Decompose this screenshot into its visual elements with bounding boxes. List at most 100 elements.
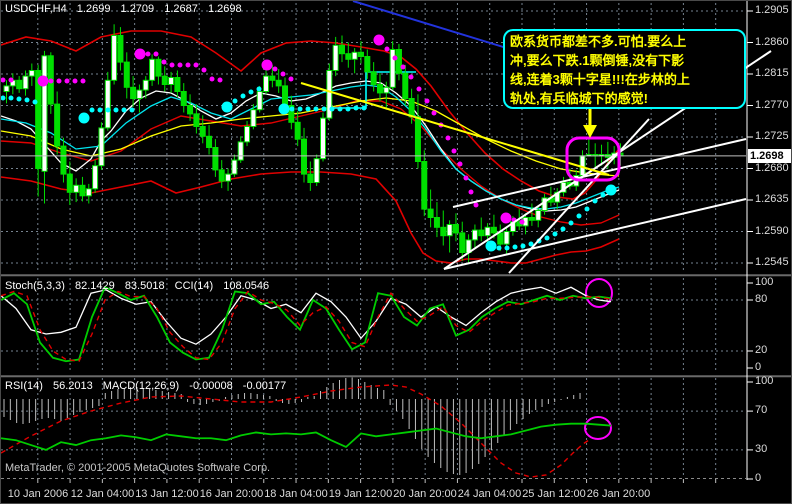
arrow-head-icon (583, 125, 597, 138)
cci-value: 108.0546 (223, 280, 270, 292)
buy-signal-dot (485, 240, 497, 252)
buy-signal-dot (361, 105, 367, 111)
sell-signal-dot (193, 62, 199, 68)
buy-signal-dot (297, 106, 303, 112)
sell-signal-dot (400, 64, 406, 70)
time-axis-label: 13 Jan 12:00 (135, 488, 199, 500)
trend-line[interactable] (508, 118, 650, 274)
quote-high: 1.2709 (120, 3, 155, 15)
sell-signal-dot (280, 71, 286, 77)
buy-signal-dot (105, 107, 111, 113)
time-axis-label: 10 Jan 2006 (7, 488, 69, 500)
rsi-name: RSI(14) (5, 380, 43, 392)
buy-signal-dot (560, 226, 566, 232)
annotation-line: 线,连着3颗十字星!!!在步林的上 (510, 72, 690, 87)
time-axis-label: 19 Jan 12:00 (328, 488, 393, 500)
quote-open: 1.2699 (76, 3, 111, 15)
annotation-note[interactable]: 欧系货币都差不多.可怕.要么上 冲,要么下跌.1颗倒锤,没有下影 线,连着3颗十… (503, 29, 746, 109)
stoch-value-1: 82.1429 (74, 280, 115, 292)
stoch-name: Stoch(5,3,3) (5, 280, 65, 292)
stoch-axis-label: 20 (755, 344, 768, 356)
price-axis-label: 1.2770 (755, 98, 789, 111)
buy-signal-dot (552, 231, 558, 237)
buy-signal-dot (321, 106, 327, 112)
rsi-indicator-label: RSI(14) 56.2013 MACD(12,26,9) -0.00008 -… (5, 380, 293, 392)
stoch-axis-label: 100 (755, 276, 774, 288)
stoch-axis-label: 80 (755, 293, 768, 305)
sell-signal-dot (261, 59, 273, 71)
buy-signal-dot (232, 98, 238, 104)
sell-signal-dot (288, 76, 294, 82)
buy-signal-dot (16, 96, 22, 102)
buy-signal-dot (329, 106, 335, 112)
macd-name: MACD(12,26,9) (102, 380, 180, 392)
buy-signal-dot (600, 192, 606, 198)
sell-signal-dot (272, 66, 278, 72)
macd-value-2: -0.00177 (242, 380, 287, 392)
sell-signal-dot (424, 98, 430, 104)
sell-signal-dot (468, 189, 474, 195)
sell-signal-dot (451, 148, 457, 154)
sell-signal-dot (457, 161, 463, 167)
sell-signal-dot (431, 110, 437, 116)
metatrader-chart-window[interactable]: USDCHF,H4 1.2699 1.2709 1.2687 1.2698 欧系… (0, 0, 792, 504)
buy-signal-dot (337, 106, 343, 112)
symbol-period-label: USDCHF,H4 (5, 3, 67, 15)
time-axis-label: 20 Jan 20:00 (393, 488, 457, 500)
buy-signal-dot (256, 86, 262, 92)
buy-signal-dot (313, 106, 319, 112)
sell-signal-dot (519, 219, 525, 225)
annotation-line: 轨处,有兵临城下的感觉! (510, 91, 648, 106)
sell-signal-dot (500, 212, 512, 224)
sell-signal-dot (185, 62, 191, 68)
sell-signal-dot (201, 67, 207, 73)
rsi-axis-label: 100 (755, 375, 774, 387)
ellipse-marker[interactable] (585, 278, 613, 308)
current-price-tag: 1.2698 (748, 148, 791, 163)
time-axis-label: 16 Jan 20:00 (199, 488, 264, 500)
price-axis-label: 1.2635 (755, 193, 789, 205)
buy-signal-dot (1, 95, 6, 101)
sell-signal-dot (1, 77, 6, 83)
rsi-axis-label: 0 (755, 472, 762, 484)
buy-signal-dot (32, 99, 38, 105)
sell-signal-dot (72, 78, 78, 84)
buy-signal-dot (24, 97, 30, 103)
buy-signal-dot (568, 220, 574, 226)
sell-signal-dot (392, 55, 398, 61)
sell-signal-dot (445, 135, 451, 141)
sell-signal-dot (177, 62, 183, 68)
rsi-axis-label: 30 (755, 442, 768, 455)
sell-signal-dot (416, 86, 422, 92)
time-axis-label: 25 Jan 12:00 (522, 488, 586, 500)
buy-signal-dot (520, 243, 526, 249)
stoch-indicator-label: Stoch(5,3,3) 82.1429 83.5018 CCI(14) 108… (5, 280, 276, 292)
price-axis-label: 1.2680 (755, 161, 789, 174)
buy-signal-dot (605, 184, 617, 196)
quote-close: 1.2698 (207, 3, 242, 15)
sell-signal-dot (473, 202, 479, 208)
buy-signal-dot (345, 106, 351, 112)
copyright-text: MetaTrader, © 2001-2005 MetaQuotes Softw… (5, 462, 271, 474)
buy-signal-dot (248, 89, 254, 95)
ellipse-marker[interactable] (584, 416, 612, 440)
sell-signal-dot (408, 74, 414, 80)
buy-signal-dot (121, 107, 127, 113)
buy-signal-dot (278, 103, 290, 115)
sell-signal-dot (56, 78, 62, 84)
buy-signal-dot (592, 198, 598, 204)
price-axis-label: 1.2590 (755, 224, 789, 237)
sell-signal-dot (64, 78, 70, 84)
stoch-axis-label: 0 (755, 361, 762, 373)
buy-signal-dot (289, 106, 295, 112)
sell-signal-dot (48, 78, 54, 84)
chart-header: USDCHF,H4 1.2699 1.2709 1.2687 1.2698 (5, 3, 249, 15)
buy-signal-dot (504, 245, 510, 251)
sell-signal-dot (161, 59, 167, 65)
time-axis-label: 12 Jan 04:00 (70, 488, 135, 500)
buy-signal-dot (584, 206, 590, 212)
sell-signal-dot (80, 78, 86, 84)
quote-low: 1.2687 (164, 3, 198, 15)
sell-signal-dot (153, 51, 159, 57)
price-axis-label: 1.2725 (755, 130, 789, 142)
